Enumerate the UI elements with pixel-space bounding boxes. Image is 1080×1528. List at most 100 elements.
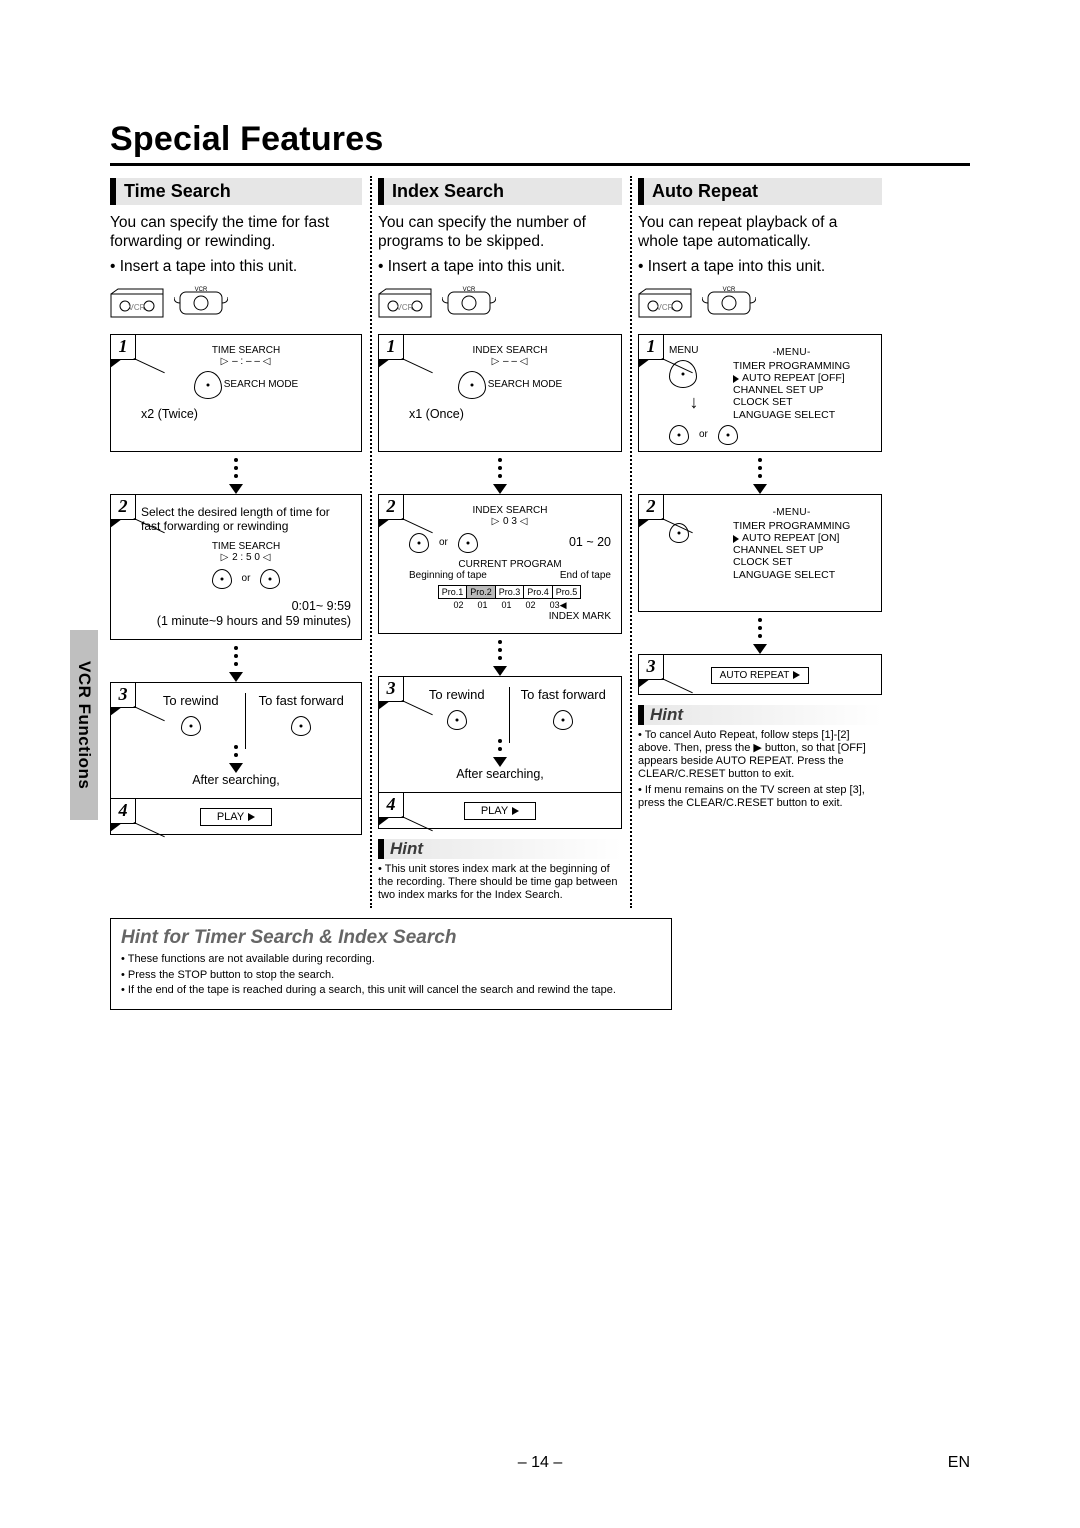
flow-arrow-icon — [229, 458, 243, 494]
flow-arrow-icon — [753, 458, 767, 494]
step-number: 4 — [378, 792, 404, 818]
column-divider — [630, 176, 632, 908]
ff-label: To fast forward — [252, 693, 352, 708]
step-number: 1 — [638, 334, 664, 360]
time-search-prep: Insert a tape into this unit. — [110, 258, 362, 276]
header-index-search: Index Search — [378, 178, 622, 205]
svg-text:VCR: VCR — [129, 303, 146, 312]
col-index-search: Index Search You can specify the number … — [370, 172, 630, 904]
flow-arrow-icon — [229, 646, 243, 682]
step2-text: Select the desired length of time for fa… — [141, 505, 351, 533]
index-search-intro: You can specify the number of programs t… — [378, 213, 622, 252]
vcr-icon: VCR — [174, 286, 228, 320]
range: 0:01~ 9:59 — [141, 599, 351, 614]
or-label: or — [439, 537, 448, 548]
flow-arrow-icon — [493, 640, 507, 676]
press-button-icon — [458, 371, 486, 399]
down-button-icon — [718, 425, 738, 445]
or-label: or — [242, 573, 251, 584]
hint-body: To cancel Auto Repeat, follow steps [1]-… — [638, 729, 882, 810]
play-icon — [512, 807, 519, 815]
time-search-step-2: 2 Select the desired length of time for … — [110, 494, 362, 640]
col-time-search: Time Search You can specify the time for… — [110, 172, 370, 904]
step-number: 1 — [110, 334, 136, 360]
svg-text:VCR: VCR — [463, 287, 476, 293]
svg-text:VCR: VCR — [657, 303, 674, 312]
up-button-icon — [212, 569, 232, 589]
press-button-icon — [194, 371, 222, 399]
time-search-intro: You can specify the time for fast forwar… — [110, 213, 362, 252]
cassette-icon: VCR — [378, 288, 432, 318]
step-number: 3 — [378, 676, 404, 702]
index-search-prep: Insert a tape into this unit. — [378, 258, 622, 276]
shared-hint-line: These functions are not available during… — [121, 953, 661, 966]
play-indicator: PLAY — [200, 808, 272, 826]
auto-repeat-step-2: 2 -MENU- TIMER PROGRAMMING AUTO REPEAT [… — [638, 494, 882, 612]
step-number: 2 — [638, 494, 664, 520]
ff-button-icon — [553, 710, 573, 730]
hint-header: Hint — [378, 839, 622, 859]
current-program-label: CURRENT PROGRAM — [409, 559, 611, 570]
step-number: 4 — [110, 798, 136, 824]
auto-repeat-step-3: 3 AUTO REPEAT — [638, 654, 882, 695]
svg-text:VCR: VCR — [397, 303, 414, 312]
osd-label: INDEX SEARCH — [409, 505, 611, 516]
down-button-icon — [260, 569, 280, 589]
flow-arrow-icon — [753, 618, 767, 654]
play-indicator: PLAY — [464, 802, 536, 820]
flow-arrow-icon — [493, 739, 507, 767]
osd-label: TIME SEARCH — [141, 345, 351, 356]
osd-label: TIME SEARCH — [141, 541, 351, 552]
index-search-step-4: 4 PLAY — [378, 793, 622, 829]
auto-repeat-intro: You can repeat playback of a whole tape … — [638, 213, 882, 252]
col-auto-repeat: Auto Repeat You can repeat playback of a… — [630, 172, 890, 904]
index-marks: 02 01 01 02 03◀ — [409, 600, 611, 611]
button-label: SEARCH MODE — [488, 379, 562, 391]
auto-repeat-prep: Insert a tape into this unit. — [638, 258, 882, 276]
header-time-search: Time Search — [110, 178, 362, 205]
auto-repeat-indicator: AUTO REPEAT — [711, 667, 810, 684]
index-search-step-3: 3 To rewind To fast forward After search… — [378, 676, 622, 793]
shared-hint-line: Press the STOP button to stop the search… — [121, 969, 661, 982]
begin-label: Beginning of tape — [409, 570, 487, 582]
cassette-icon: VCR — [110, 288, 164, 318]
step-number: 2 — [110, 494, 136, 520]
right-button-icon — [669, 523, 689, 543]
up-button-icon — [669, 425, 689, 445]
step-number: 2 — [378, 494, 404, 520]
range: 01 ~ 20 — [569, 535, 611, 550]
cassette-icon: VCR — [638, 288, 692, 318]
after-searching: After searching, — [121, 773, 351, 788]
shared-hint-title: Hint for Timer Search & Index Search — [121, 927, 661, 949]
index-mark-label: INDEX MARK — [409, 611, 611, 623]
cursor-icon — [733, 375, 739, 383]
osd-label: INDEX SEARCH — [409, 345, 611, 356]
index-search-step-2: 2 INDEX SEARCH ▷ 0 3 ◁ or 01 ~ 20 CURREN… — [378, 494, 622, 634]
cursor-icon — [733, 535, 739, 543]
step-number: 3 — [638, 654, 664, 680]
columns: Time Search You can specify the time for… — [110, 172, 970, 904]
range-note: (1 minute~9 hours and 59 minutes) — [141, 614, 351, 629]
title-rule — [110, 163, 970, 166]
play-icon — [793, 671, 800, 679]
step-number: 3 — [110, 682, 136, 708]
press-count: x2 (Twice) — [141, 407, 351, 422]
rewind-label: To rewind — [409, 687, 505, 702]
end-label: End of tape — [560, 570, 611, 582]
rewind-button-icon — [447, 710, 467, 730]
osd-menu: -MENU- TIMER PROGRAMMING AUTO REPEAT [ON… — [727, 505, 856, 583]
time-search-step-3: 3 To rewind To fast forward After search… — [110, 682, 362, 799]
menu-button-label: MENU — [669, 345, 719, 357]
ff-button-icon — [291, 716, 311, 736]
flow-arrow-icon — [493, 458, 507, 494]
or-label: or — [699, 429, 708, 440]
up-button-icon — [409, 533, 429, 553]
time-search-step-1: 1 TIME SEARCH ▷ – : – – ◁ SEARCH MODE x2… — [110, 334, 362, 452]
page-number: – 14 – — [518, 1454, 562, 1472]
manual-page: VCR Functions Special Features Time Sear… — [0, 0, 1080, 1528]
hint-body: This unit stores index mark at the begin… — [378, 863, 622, 903]
page-language: EN — [948, 1454, 970, 1472]
svg-text:VCR: VCR — [195, 287, 208, 293]
flow-arrow-icon — [229, 745, 243, 773]
auto-repeat-step-1: 1 MENU ↓ -MENU- TIMER PROGRAMMING AUTO R… — [638, 334, 882, 452]
